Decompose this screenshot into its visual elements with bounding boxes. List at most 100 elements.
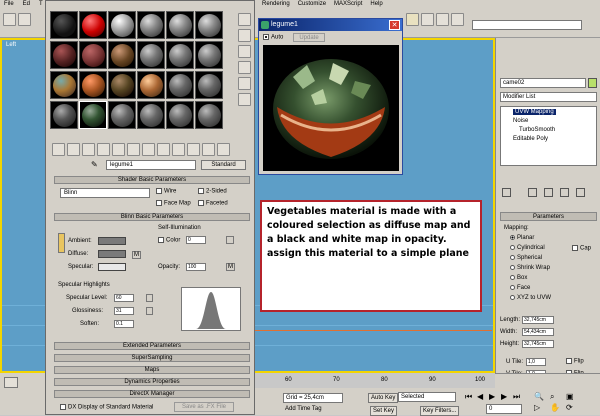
sample-slot[interactable] [166, 41, 194, 69]
zoom-extents-icon[interactable]: ▣ [566, 392, 574, 401]
current-frame-field[interactable]: 0 [486, 404, 522, 414]
height-spinner[interactable]: 32,745cm [522, 340, 554, 348]
reset-map-icon[interactable] [97, 143, 110, 156]
material-name-field[interactable]: legume1 [106, 160, 196, 170]
cap-checkbox[interactable]: Cap [572, 245, 591, 252]
maps-rollout[interactable]: Maps [54, 366, 250, 374]
mapping-box[interactable]: Box [510, 275, 527, 281]
dynamics-properties-rollout[interactable]: Dynamics Properties [54, 378, 250, 386]
named-selection-dropdown[interactable] [472, 20, 582, 30]
specular-level-spinner[interactable]: 60 [114, 294, 134, 302]
shader-basic-parameters-rollout[interactable]: Shader Basic Parameters [54, 176, 250, 184]
background-icon[interactable] [238, 45, 251, 58]
auto-checkbox[interactable]: Auto [263, 34, 283, 41]
sample-slot[interactable] [137, 41, 165, 69]
shader-dropdown[interactable]: Blinn [60, 188, 150, 198]
menu-rendering[interactable]: Rendering [258, 0, 294, 10]
track-bar[interactable]: 60 70 80 90 100 [255, 373, 495, 388]
menu-maxscript[interactable]: MAXScript [330, 0, 366, 10]
stack-item-uvw-mapping[interactable]: UVW Mapping [513, 109, 556, 115]
menu-customize[interactable]: Customize [294, 0, 330, 10]
extended-parameters-rollout[interactable]: Extended Parameters [54, 342, 250, 350]
sample-type-icon[interactable] [238, 13, 251, 26]
mapping-planar[interactable]: Planar [510, 235, 534, 241]
object-color-swatch[interactable] [588, 78, 597, 88]
put-to-library-icon[interactable] [142, 143, 155, 156]
specular-level-map-button[interactable] [146, 294, 153, 302]
get-material-icon[interactable] [52, 143, 65, 156]
go-to-end-icon[interactable]: ⏭ [513, 392, 520, 402]
pin-stack-icon[interactable] [502, 188, 511, 197]
zoom-all-icon[interactable]: ⌕ [550, 392, 554, 402]
sample-slot[interactable] [108, 11, 136, 39]
sample-slot[interactable] [50, 41, 78, 69]
remove-modifier-icon[interactable] [560, 188, 569, 197]
self-illum-color-checkbox[interactable]: Color [158, 237, 180, 244]
width-spinner[interactable]: 54,434cm [522, 328, 554, 336]
sample-slot[interactable] [50, 101, 78, 129]
menu-edit[interactable]: Ed [19, 0, 35, 10]
go-to-start-icon[interactable]: ⏮ [465, 392, 472, 402]
make-preview-icon[interactable] [238, 93, 251, 106]
mapping-xyz-to-uvw[interactable]: XYZ to UVW [510, 295, 551, 301]
sample-slot[interactable] [79, 11, 107, 39]
sample-slot[interactable] [195, 101, 223, 129]
sample-slot[interactable] [108, 41, 136, 69]
sample-slot[interactable] [195, 41, 223, 69]
sample-slot[interactable] [50, 11, 78, 39]
sample-slot[interactable] [50, 71, 78, 99]
mapping-shrink-wrap[interactable]: Shrink Wrap [510, 265, 550, 271]
listener-icon[interactable] [4, 377, 18, 388]
sample-slot[interactable] [137, 101, 165, 129]
pick-material-icon[interactable]: ✎ [91, 160, 103, 170]
uv-tiling-icon[interactable] [238, 61, 251, 74]
undo-icon[interactable] [3, 13, 16, 26]
assign-to-selection-icon[interactable] [82, 143, 95, 156]
faceted-checkbox[interactable]: Faceted [198, 200, 228, 207]
two-sided-checkbox[interactable]: 2-Sided [198, 188, 227, 195]
opacity-spinner[interactable]: 100 [186, 263, 206, 271]
u-tile-spinner[interactable]: 1,0 [526, 358, 546, 366]
sample-slot-active[interactable] [79, 101, 107, 129]
orbit-icon[interactable]: ⟳ [566, 403, 573, 412]
show-end-result-icon[interactable] [528, 188, 537, 197]
show-end-result-icon[interactable] [187, 143, 200, 156]
render-icon[interactable] [436, 13, 449, 26]
blinn-basic-parameters-rollout[interactable]: Blinn Basic Parameters [54, 213, 250, 221]
sample-slot[interactable] [166, 11, 194, 39]
supersampling-rollout[interactable]: SuperSampling [54, 354, 250, 362]
quick-render-icon[interactable] [451, 13, 464, 26]
go-to-parent-icon[interactable] [202, 143, 215, 156]
directx-manager-rollout[interactable]: DirectX Manager [54, 390, 250, 398]
u-flip-checkbox[interactable]: Flip [566, 358, 584, 365]
video-check-icon[interactable] [238, 77, 251, 90]
show-map-in-viewport-icon[interactable] [172, 143, 185, 156]
make-unique-icon[interactable] [544, 188, 553, 197]
lock-ambient-diffuse-icon[interactable] [58, 233, 65, 253]
modifier-list-dropdown[interactable]: Modifier List [500, 92, 597, 102]
self-illum-spinner[interactable]: 0 [186, 236, 206, 244]
ambient-color-swatch[interactable] [98, 237, 126, 245]
face-map-checkbox[interactable]: Face Map [156, 200, 191, 207]
stack-item-editable-poly[interactable]: Editable Poly [513, 136, 548, 142]
material-type-button[interactable]: Standard [201, 160, 246, 170]
parameters-rollout[interactable]: Parameters [500, 212, 597, 221]
sample-slot[interactable] [108, 71, 136, 99]
zoom-icon[interactable]: 🔍 [534, 392, 544, 401]
auto-key-button[interactable]: Auto Key [368, 393, 399, 403]
sample-slot[interactable] [166, 101, 194, 129]
viewport-label[interactable]: Left [6, 42, 16, 48]
play-icon[interactable]: ▶ [489, 392, 495, 401]
pan-icon[interactable]: ✋ [550, 403, 560, 412]
key-mode-dropdown[interactable]: Selected [398, 392, 456, 402]
dx-display-checkbox[interactable]: DX Display of Standard Material [60, 404, 153, 411]
copy-material-icon[interactable] [112, 143, 125, 156]
stack-item-noise[interactable]: Noise [513, 118, 528, 124]
update-button[interactable]: Update [293, 33, 325, 42]
glossiness-spinner[interactable]: 31 [114, 307, 134, 315]
backlight-icon[interactable] [238, 29, 251, 42]
mapping-spherical[interactable]: Spherical [510, 255, 542, 261]
close-icon[interactable]: ✕ [389, 20, 400, 30]
previous-frame-icon[interactable]: ◀ [477, 392, 483, 401]
sample-slot[interactable] [137, 11, 165, 39]
